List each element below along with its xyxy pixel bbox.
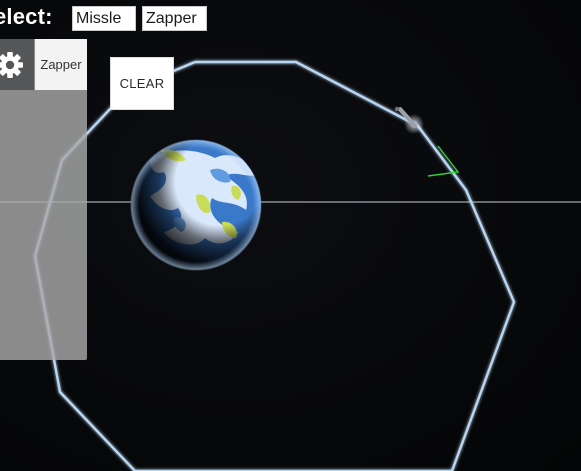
space-scene[interactable] — [0, 0, 581, 471]
clear-button[interactable]: CLEAR — [110, 57, 174, 110]
zapper-button[interactable]: Zapper — [142, 6, 207, 31]
settings-button[interactable] — [0, 39, 34, 90]
select-label: elect: — [0, 4, 53, 29]
missile-button[interactable]: Missle — [72, 6, 136, 31]
zapper-tile[interactable]: Zapper — [35, 39, 87, 90]
planet[interactable] — [130, 139, 262, 271]
spaceship[interactable] — [394, 106, 424, 134]
orbit-path — [33, 60, 516, 471]
game-viewport[interactable]: elect: Missle Zapper Zapper CLEAR — [0, 0, 581, 471]
gear-icon — [0, 52, 23, 78]
